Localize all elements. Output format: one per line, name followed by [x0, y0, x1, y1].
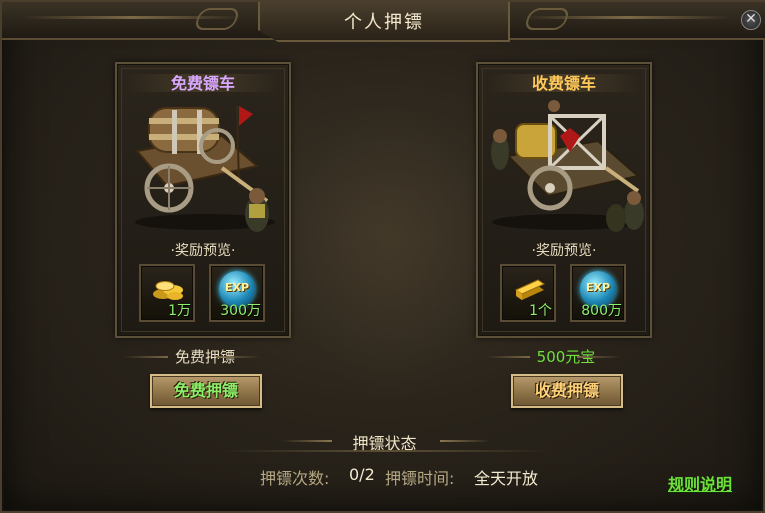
status-underline	[222, 450, 552, 452]
free-cart-cost: 免费押镖	[174, 348, 235, 366]
free-escort-button[interactable]: 免费押镖	[150, 374, 262, 408]
escort-count-label: 押镖次数:	[260, 469, 330, 488]
gold-coins-icon	[153, 281, 183, 300]
paid-escort-button[interactable]: 收费押镖	[511, 374, 623, 408]
escort-window: 个人押镖 ✕ 免费镖车 ·奖励预览· 1万 EXP 300万 免费押镖 免费押镖…	[0, 0, 765, 513]
paid-cart-title: 收费镖车	[531, 74, 596, 93]
paid-cart-ingot-qty: 1个	[529, 303, 552, 319]
paid-cart-card: 收费镖车 ·奖励预览· 1个 EXP 800万	[476, 62, 652, 338]
dragon-background-emblem	[292, 102, 492, 402]
paid-cart-exp-qty: 800万	[581, 303, 622, 319]
escort-time-label: 押镖时间:	[385, 469, 455, 488]
free-cart-card: 免费镖车 ·奖励预览· 1万 EXP 300万	[115, 62, 291, 338]
close-icon[interactable]: ✕	[741, 10, 761, 30]
gold-ingot-icon	[514, 279, 546, 300]
paid-cart-reward-exp: EXP 800万	[570, 264, 626, 322]
free-cart-reward-label: ·奖励预览·	[170, 243, 236, 259]
rules-link[interactable]: 规则说明	[668, 471, 732, 495]
paid-cart-reward-label: ·奖励预览·	[531, 243, 597, 259]
window-title: 个人押镖	[344, 12, 424, 33]
cost-divider-right	[216, 356, 260, 358]
free-cart-reward-gold: 1万	[139, 264, 195, 322]
free-cart-reward-exp: EXP 300万	[209, 264, 265, 322]
cost-divider-right	[577, 356, 621, 358]
free-cart-exp-qty: 300万	[220, 303, 261, 319]
title-ornament-right	[522, 8, 572, 30]
status-divider-right	[440, 440, 490, 442]
escort-time-value: 全天开放	[474, 469, 539, 488]
paid-cart-image	[491, 100, 644, 232]
free-cart-gold-qty: 1万	[168, 303, 191, 319]
paid-cart-reward-ingot: 1个	[500, 264, 556, 322]
free-cart-image	[135, 105, 275, 232]
free-cart-title: 免费镖车	[170, 74, 235, 93]
title-ornament-left	[192, 8, 242, 30]
paid-cart-cost: 500元宝	[536, 348, 596, 366]
escort-count-value: 0/2	[349, 465, 375, 484]
